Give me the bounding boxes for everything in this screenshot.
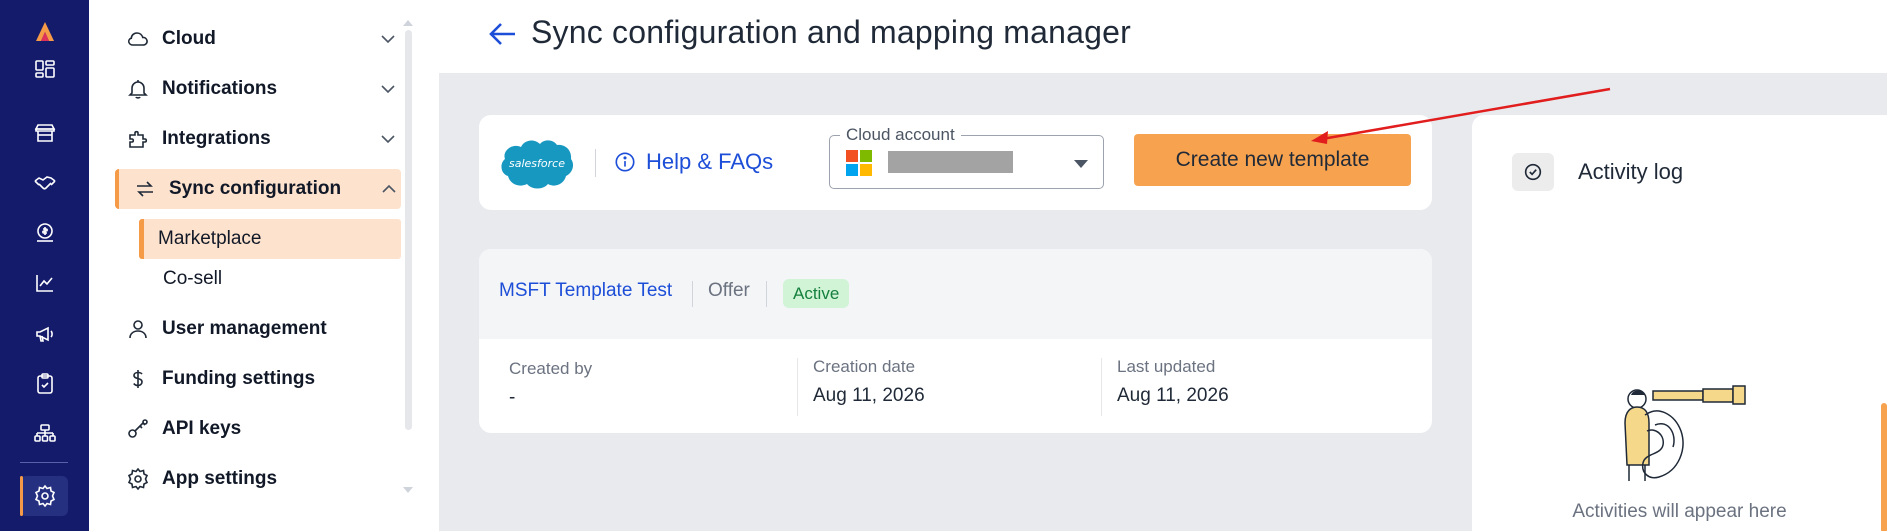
menu-item-label: Sync configuration (169, 178, 342, 199)
menu-item-funding-settings[interactable]: Funding settings (126, 359, 400, 399)
creation-date-value: Aug 11, 2026 (813, 385, 925, 406)
template-type: Offer (708, 280, 750, 301)
sync-icon (133, 177, 157, 201)
template-name-link[interactable]: MSFT Template Test (499, 280, 672, 302)
toolbar-divider (595, 149, 596, 177)
salesforce-logo-text: salesforce (509, 157, 565, 170)
user-icon (126, 317, 150, 341)
store-icon[interactable] (0, 115, 89, 151)
menu-item-user-management[interactable]: User management (126, 309, 400, 349)
divider (766, 281, 767, 307)
org-chart-icon[interactable] (0, 416, 89, 452)
status-badge: Active (783, 279, 850, 308)
submenu-item-label: Marketplace (158, 228, 262, 249)
scroll-down-arrow-icon[interactable] (403, 487, 413, 493)
created-by-label: Created by (509, 359, 593, 378)
back-arrow-icon[interactable] (487, 18, 519, 50)
menu-item-label: App settings (162, 468, 278, 489)
menu-item-label: Notifications (162, 78, 278, 99)
dashboard-icon[interactable] (0, 51, 89, 87)
divider (1101, 358, 1102, 416)
brand-logo-icon[interactable] (0, 14, 89, 50)
divider (797, 358, 798, 416)
cloud-account-label: Cloud account (840, 125, 961, 145)
submenu-item-co-sell[interactable]: Co-sell (163, 259, 222, 299)
menu-item-label: User management (162, 318, 327, 339)
creation-date-field: Creation date Aug 11, 2026 (813, 357, 925, 415)
chevron-up-icon[interactable] (377, 177, 401, 201)
content-area: salesforce Help & FAQs Cloud account Cre… (439, 73, 1887, 531)
menu-item-label: Cloud (162, 28, 216, 49)
menu-item-api-keys[interactable]: API keys (126, 409, 400, 449)
menu-item-label: Integrations (162, 128, 271, 149)
menu-item-sync-configuration[interactable]: Sync configuration (115, 169, 401, 209)
cloud-icon (126, 27, 150, 51)
submenu-item-label: Co-sell (163, 268, 223, 289)
page-header: Sync configuration and mapping manager (439, 0, 1887, 73)
chevron-down-icon[interactable] (376, 27, 400, 51)
toolbar-card: salesforce Help & FAQs Cloud account Cre… (479, 115, 1432, 210)
last-updated-value: Aug 11, 2026 (1117, 385, 1229, 406)
info-icon (615, 152, 635, 172)
divider (692, 281, 693, 307)
key-icon (126, 417, 150, 441)
gear-icon[interactable] (0, 478, 89, 514)
telescope-illustration-icon (1624, 385, 1746, 481)
menu-item-cloud[interactable]: Cloud (126, 19, 400, 59)
icon-rail (0, 0, 89, 531)
handshake-icon[interactable] (0, 165, 89, 201)
microsoft-logo-icon (846, 150, 872, 176)
scroll-up-arrow-icon[interactable] (403, 20, 413, 26)
help-faqs-link[interactable]: Help & FAQs (614, 149, 773, 175)
chevron-down-icon[interactable] (376, 77, 400, 101)
activity-log-panel: Activity log Activities will appear here (1472, 115, 1887, 531)
money-icon[interactable] (0, 215, 89, 251)
created-by-value: - (509, 387, 516, 408)
activity-log-title: Activity log (1578, 159, 1684, 184)
last-updated-label: Last updated (1117, 357, 1216, 376)
salesforce-logo-icon: salesforce (501, 140, 574, 189)
help-faqs-label: Help & FAQs (646, 149, 774, 174)
chart-line-icon[interactable] (0, 265, 89, 301)
dollar-icon (126, 367, 150, 391)
menu-scrollbar[interactable] (405, 30, 412, 430)
main-panel: Sync configuration and mapping manager s… (439, 0, 1887, 531)
menu-item-label: API keys (162, 418, 242, 439)
activity-empty-message: Activities will appear here (1572, 501, 1787, 522)
template-card[interactable]: MSFT Template Test Offer Active Created … (479, 249, 1432, 433)
chevron-down-icon[interactable] (376, 127, 400, 151)
menu-item-app-settings[interactable]: App settings (126, 459, 400, 499)
check-circle-icon (1512, 153, 1554, 191)
clipboard-check-icon[interactable] (0, 366, 89, 402)
last-updated-field: Last updated Aug 11, 2026 (1117, 357, 1229, 415)
gear-icon (126, 467, 150, 491)
puzzle-icon (126, 127, 150, 151)
page-title: Sync configuration and mapping manager (531, 14, 1131, 50)
create-new-template-button[interactable]: Create new template (1134, 134, 1411, 186)
menu-item-integrations[interactable]: Integrations (126, 119, 400, 159)
menu-item-label: Funding settings (162, 368, 316, 389)
cloud-account-select[interactable]: Cloud account (829, 125, 1104, 189)
submenu-item-marketplace[interactable]: Marketplace (139, 219, 401, 259)
template-card-header: MSFT Template Test Offer Active (479, 249, 1432, 339)
creation-date-label: Creation date (813, 357, 916, 376)
page-scrollbar[interactable] (1881, 403, 1887, 531)
caret-down-icon[interactable] (1074, 160, 1088, 168)
cloud-account-value-redacted (888, 151, 1013, 173)
megaphone-icon[interactable] (0, 316, 89, 352)
created-by-field: Created by - (509, 359, 592, 417)
rail-divider (20, 462, 68, 463)
menu-item-notifications[interactable]: Notifications (126, 69, 400, 109)
bell-icon (126, 77, 150, 101)
